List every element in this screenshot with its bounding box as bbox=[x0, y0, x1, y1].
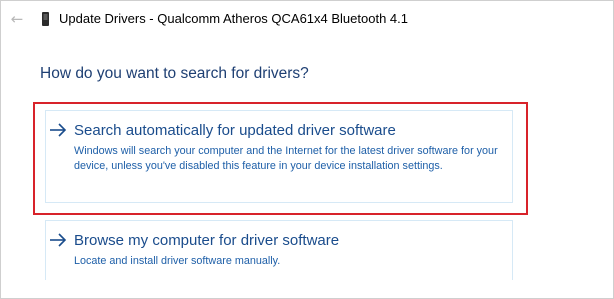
update-drivers-window: ← Update Drivers - Qualcomm Atheros QCA6… bbox=[0, 0, 614, 299]
back-arrow-icon[interactable]: ← bbox=[9, 11, 25, 27]
window-title: Update Drivers - Qualcomm Atheros QCA61x… bbox=[59, 11, 408, 26]
highlight-box bbox=[33, 102, 528, 215]
title-bar: ← Update Drivers - Qualcomm Atheros QCA6… bbox=[1, 1, 613, 37]
page-heading: How do you want to search for drivers? bbox=[40, 65, 309, 82]
browse-computer-option[interactable]: Browse my computer for driver software L… bbox=[45, 220, 513, 280]
right-arrow-icon bbox=[50, 233, 67, 247]
bluetooth-device-icon bbox=[42, 12, 49, 26]
option-title: Browse my computer for driver software bbox=[74, 232, 340, 249]
option-description: Locate and install driver software manua… bbox=[74, 255, 281, 267]
